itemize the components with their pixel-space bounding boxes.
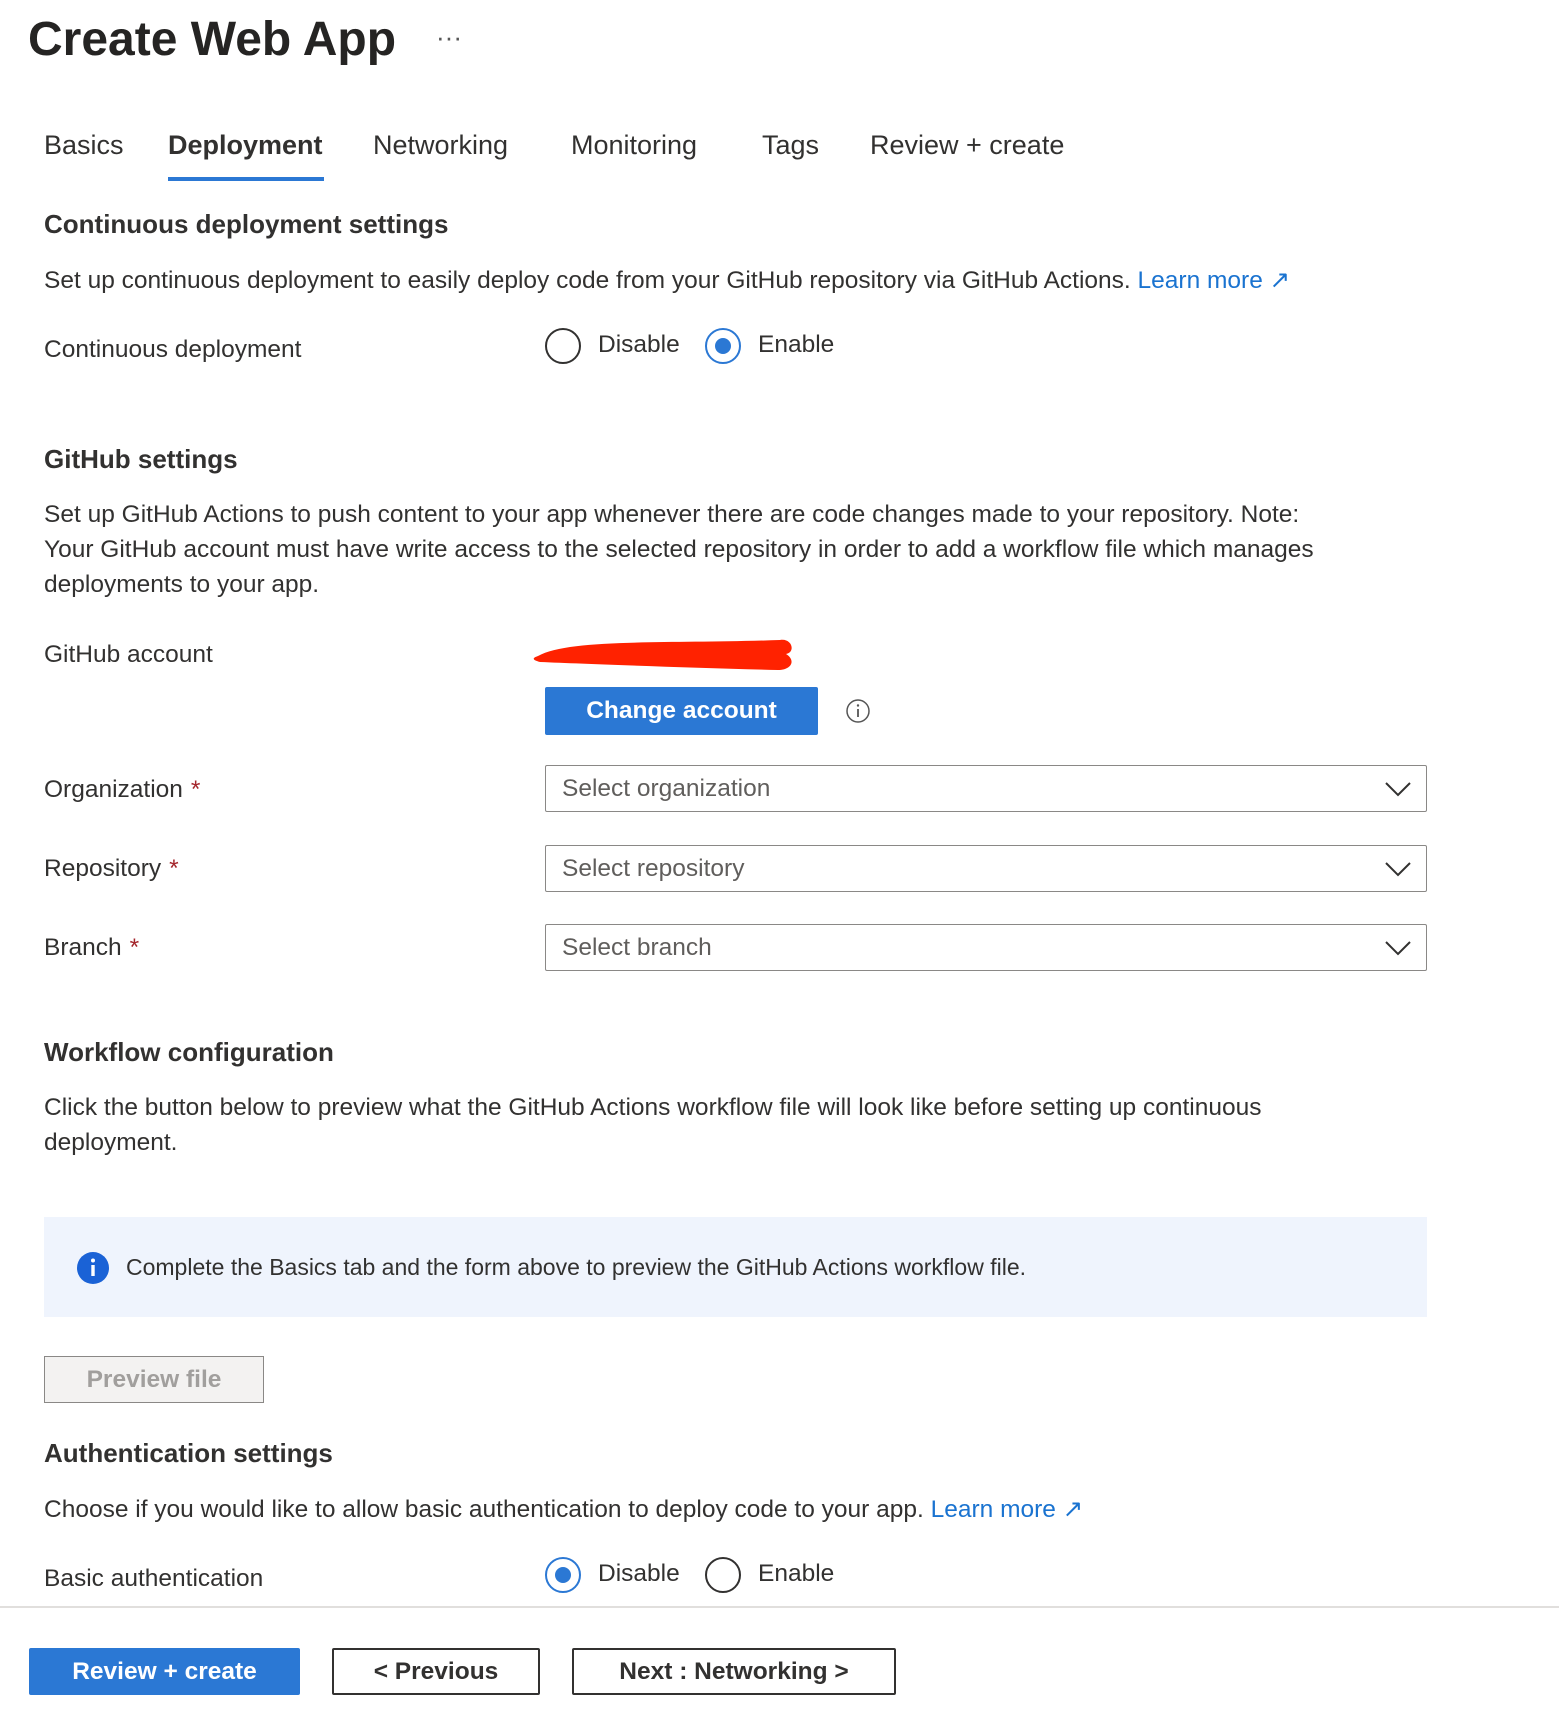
info-icon[interactable] (846, 699, 870, 723)
cd-learn-more-link[interactable]: Learn more ↗ (1138, 267, 1291, 294)
tab-deployment[interactable]: Deployment (168, 130, 323, 161)
redacted-account-name (533, 639, 792, 670)
organization-dropdown[interactable]: Select organization (545, 765, 1427, 812)
repository-label: Repository * (44, 855, 179, 882)
previous-button[interactable]: < Previous (332, 1648, 540, 1695)
branch-label: Branch * (44, 934, 140, 961)
repository-dropdown[interactable]: Select repository (545, 845, 1427, 892)
chevron-down-icon (1385, 782, 1411, 797)
preview-file-button[interactable]: Preview file (44, 1356, 264, 1403)
basic-auth-label: Basic authentication (44, 1565, 264, 1592)
footer-divider (0, 1606, 1559, 1608)
auth-disable-radio[interactable] (545, 1557, 581, 1593)
branch-dropdown[interactable]: Select branch (545, 924, 1427, 971)
workflow-description: Click the button below to preview what t… (44, 1094, 1262, 1156)
github-heading: GitHub settings (44, 444, 238, 474)
cd-description: Set up continuous deployment to easily d… (44, 267, 1291, 294)
next-networking-button[interactable]: Next : Networking > (572, 1648, 896, 1695)
tab-basics[interactable]: Basics (44, 130, 124, 161)
cd-heading: Continuous deployment settings (44, 209, 449, 239)
cd-enable-label[interactable]: Enable (758, 331, 834, 359)
auth-enable-radio[interactable] (705, 1557, 741, 1593)
auth-heading: Authentication settings (44, 1438, 333, 1468)
review-create-button[interactable]: Review + create (29, 1648, 300, 1695)
external-link-icon: ↗ (1269, 267, 1291, 294)
workflow-heading: Workflow configuration (44, 1037, 334, 1067)
tab-networking[interactable]: Networking (373, 130, 508, 161)
info-banner-text: Complete the Basics tab and the form abo… (126, 1254, 1026, 1280)
auth-learn-more-link[interactable]: Learn more ↗ (931, 1496, 1084, 1523)
tab-tags[interactable]: Tags (762, 130, 819, 161)
cd-enable-radio[interactable] (705, 328, 741, 364)
page-title: Create Web App (28, 13, 397, 66)
info-banner: Complete the Basics tab and the form abo… (44, 1217, 1427, 1317)
cd-disable-label[interactable]: Disable (598, 331, 680, 359)
cd-label: Continuous deployment (44, 336, 302, 363)
chevron-down-icon (1385, 941, 1411, 956)
organization-label: Organization * (44, 776, 201, 803)
active-tab-indicator (168, 177, 324, 181)
cd-disable-radio[interactable] (545, 328, 581, 364)
change-account-button[interactable]: Change account (545, 687, 818, 735)
github-account-label: GitHub account (44, 641, 213, 668)
chevron-down-icon (1385, 862, 1411, 877)
tab-monitoring[interactable]: Monitoring (571, 130, 697, 161)
more-options-button[interactable]: ··· (436, 22, 462, 53)
info-filled-icon (77, 1252, 109, 1284)
auth-description: Choose if you would like to allow basic … (44, 1496, 1084, 1523)
auth-disable-label[interactable]: Disable (598, 1560, 680, 1588)
github-description: Set up GitHub Actions to push content to… (44, 501, 1314, 598)
tab-review-create[interactable]: Review + create (870, 130, 1064, 161)
auth-enable-label[interactable]: Enable (758, 1560, 834, 1588)
external-link-icon: ↗ (1062, 1496, 1084, 1523)
